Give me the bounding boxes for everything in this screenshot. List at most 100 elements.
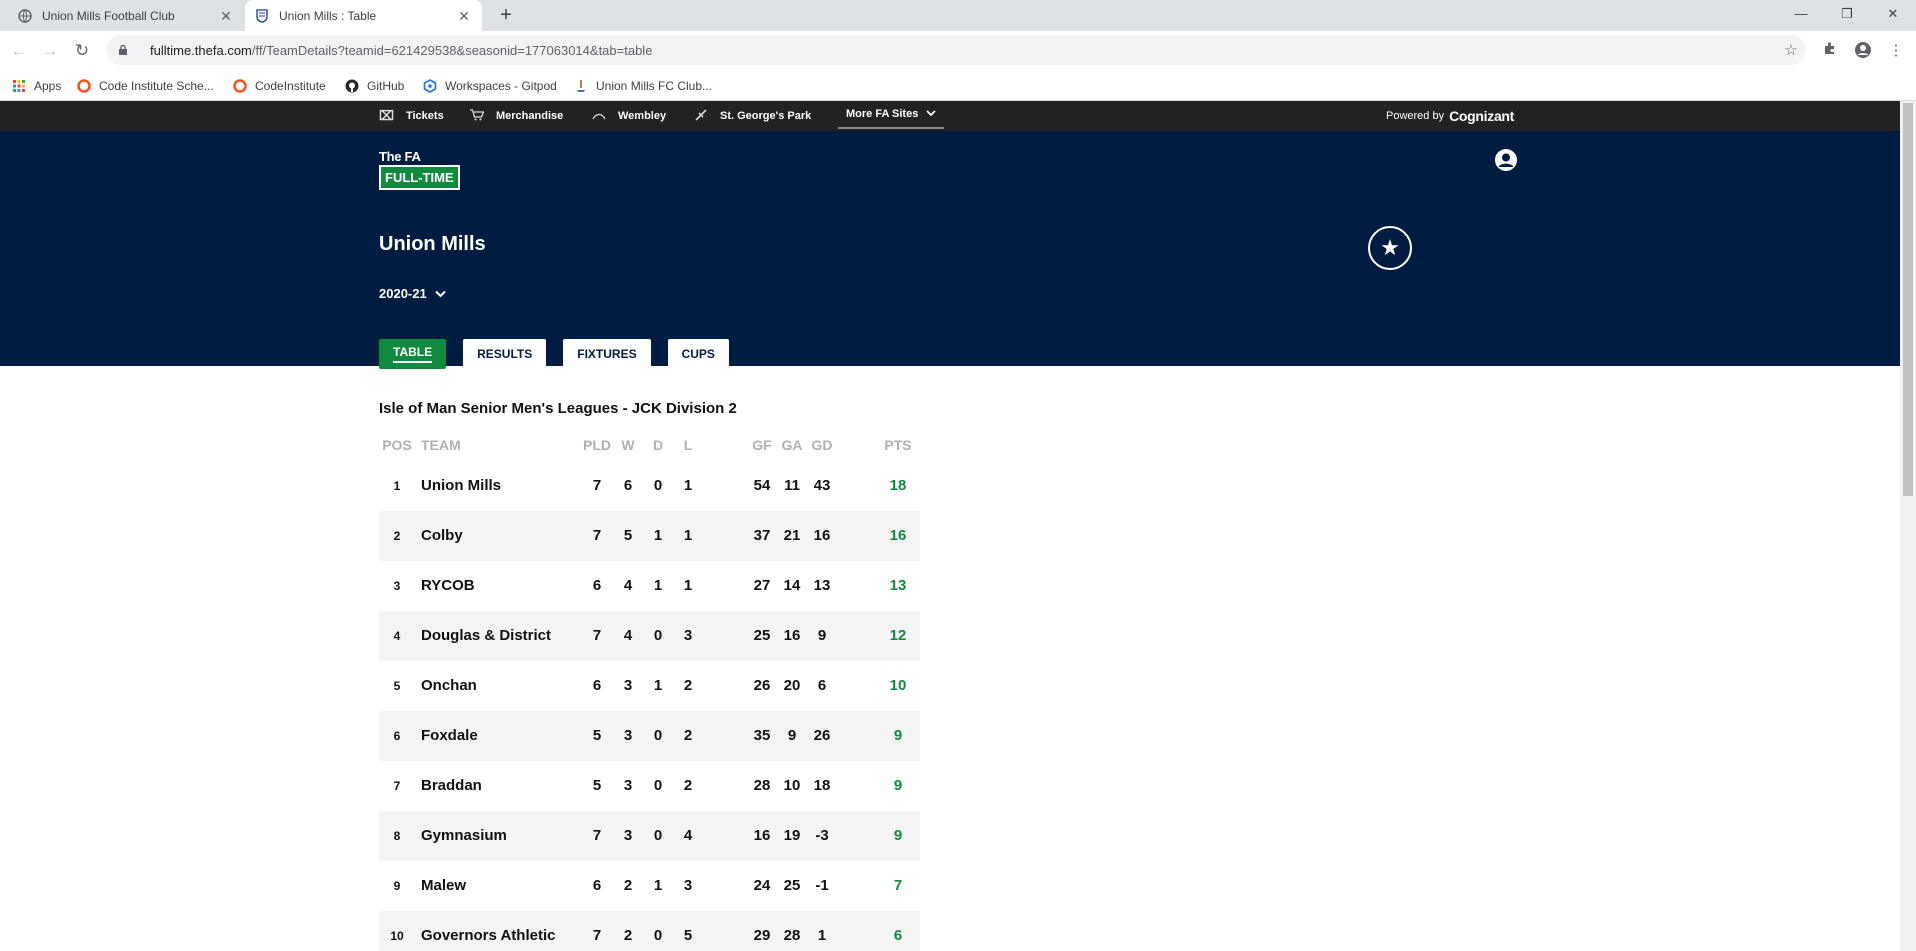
cell-team[interactable]: Foxdale <box>421 727 478 744</box>
bookmark-codeinstitute[interactable]: CodeInstitute <box>233 76 326 96</box>
tickets-link[interactable]: ⌧ Tickets <box>379 101 444 131</box>
bookmark-apps[interactable]: Apps <box>12 76 61 96</box>
cell-d: 0 <box>653 777 663 794</box>
wembley-link[interactable]: Wembley <box>592 101 666 131</box>
powered-by: Powered by Cognizant <box>1386 101 1514 131</box>
cell-pts: 7 <box>893 877 903 894</box>
cell-team[interactable]: Malew <box>421 877 466 894</box>
forward-icon[interactable]: → <box>39 40 61 62</box>
cell-gf: 35 <box>753 727 771 744</box>
favourite-star-button[interactable]: ★ <box>1368 226 1412 270</box>
cell-team[interactable]: Governors Athletic <box>421 927 555 944</box>
cell-w: 4 <box>623 577 633 594</box>
cell-l: 1 <box>683 577 693 594</box>
cell-gd: 18 <box>813 777 831 794</box>
close-window-icon[interactable]: ✕ <box>1870 0 1916 28</box>
cell-gd: 16 <box>813 527 831 544</box>
tab-cups[interactable]: CUPS <box>667 339 729 369</box>
bookmark-code-institute-schedule[interactable]: Code Institute Sche... <box>77 76 214 96</box>
cell-ga: 16 <box>783 627 801 644</box>
cell-w: 4 <box>623 627 633 644</box>
cell-l: 5 <box>683 927 693 944</box>
tab-table[interactable]: TABLE <box>379 339 447 369</box>
fa-crest-icon <box>255 8 269 23</box>
code-institute-icon <box>233 79 247 93</box>
bookmark-github[interactable]: GitHub <box>345 76 404 96</box>
st-georges-park-label: St. George's Park <box>720 110 812 122</box>
sponsor-logo[interactable]: Cognizant <box>1449 108 1514 124</box>
cell-gf: 26 <box>753 677 771 694</box>
reload-icon[interactable]: ↻ <box>71 40 93 62</box>
cell-team[interactable]: Onchan <box>421 677 477 694</box>
full-time-logo[interactable]: FULL-TIME <box>379 165 460 190</box>
cell-ga: 19 <box>783 827 801 844</box>
cell-w: 3 <box>623 727 633 744</box>
season-selector[interactable]: 2020-21 <box>379 286 446 301</box>
page-scrollbar[interactable] <box>1900 101 1916 951</box>
star-bookmark-icon[interactable]: ☆ <box>1781 41 1801 61</box>
cell-pts: 9 <box>893 777 903 794</box>
browser-tab-2[interactable]: Union Mills : Table ✕ <box>245 0 482 31</box>
table-row[interactable]: 1 Union Mills 7 6 0 1 54 11 43 18 <box>379 461 920 511</box>
cell-pld: 5 <box>592 777 602 794</box>
cell-pld: 7 <box>592 827 602 844</box>
st-georges-park-link[interactable]: St. George's Park <box>694 101 811 131</box>
league-title: Isle of Man Senior Men's Leagues - JCK D… <box>379 400 737 417</box>
merchandise-link[interactable]: Merchandise <box>470 101 563 131</box>
cell-d: 1 <box>653 677 663 694</box>
restore-icon[interactable]: ❐ <box>1824 0 1870 28</box>
code-institute-icon <box>77 79 91 93</box>
cell-ga: 25 <box>783 877 801 894</box>
tab-fixtures[interactable]: FIXTURES <box>563 339 651 369</box>
table-row[interactable]: 4 Douglas & District 7 4 0 3 25 16 9 12 <box>379 611 920 661</box>
header-pos: POS <box>382 437 412 453</box>
new-tab-icon[interactable]: + <box>494 4 518 28</box>
profile-icon[interactable] <box>1853 41 1873 61</box>
table-row[interactable]: 5 Onchan 6 3 1 2 26 20 6 10 <box>379 661 920 711</box>
bookmark-union-mills[interactable]: Union Mills FC Club... <box>574 76 712 96</box>
menu-dots-icon[interactable]: ⋮ <box>1886 41 1906 61</box>
user-account-icon[interactable] <box>1494 148 1518 172</box>
page-viewport: ⌧ Tickets Merchandise Wembley St. George… <box>0 101 1900 951</box>
table-row[interactable]: 3 RYCOB 6 4 1 1 27 14 13 13 <box>379 561 920 611</box>
fa-logo-text[interactable]: The FA <box>379 149 421 164</box>
table-row[interactable]: 6 Foxdale 5 3 0 2 35 9 26 9 <box>379 711 920 761</box>
tab-results[interactable]: RESULTS <box>463 339 547 369</box>
cell-w: 2 <box>623 927 633 944</box>
cell-gf: 16 <box>753 827 771 844</box>
table-header-row: POS TEAM PLD W D L GF GA GD PTS <box>379 431 920 461</box>
table-row[interactable]: 10 Governors Athletic 7 2 0 5 29 28 1 6 <box>379 911 920 951</box>
table-row[interactable]: 2 Colby 7 5 1 1 37 21 16 16 <box>379 511 920 561</box>
close-tab-icon[interactable]: ✕ <box>218 8 234 24</box>
cell-team[interactable]: Colby <box>421 527 463 544</box>
more-fa-sites-dropdown[interactable]: More FA Sites <box>838 101 945 129</box>
scrollbar-thumb[interactable] <box>1903 103 1913 496</box>
cell-gd: 13 <box>813 577 831 594</box>
cell-team[interactable]: Union Mills <box>421 477 501 494</box>
cell-gf: 24 <box>753 877 771 894</box>
bookmark-label: GitHub <box>367 79 405 93</box>
cell-pos: 3 <box>393 579 401 593</box>
browser-tab-1[interactable]: Union Mills Football Club ✕ <box>8 0 244 31</box>
extensions-icon[interactable] <box>1820 41 1840 61</box>
cell-pts: 9 <box>893 827 903 844</box>
cell-team[interactable]: Gymnasium <box>421 827 507 844</box>
cell-d: 0 <box>653 927 663 944</box>
cell-d: 0 <box>653 827 663 844</box>
cell-l: 2 <box>683 727 693 744</box>
address-bar[interactable]: fulltime.thefa.com/ff/TeamDetails?teamid… <box>106 35 1806 65</box>
bookmark-gitpod[interactable]: Workspaces - Gitpod <box>423 76 557 96</box>
close-tab-icon[interactable]: ✕ <box>456 8 472 24</box>
table-row[interactable]: 8 Gymnasium 7 3 0 4 16 19 -3 9 <box>379 811 920 861</box>
cell-w: 2 <box>623 877 633 894</box>
table-row[interactable]: 9 Malew 6 2 1 3 24 25 -1 7 <box>379 861 920 911</box>
cell-w: 3 <box>623 777 633 794</box>
minimize-icon[interactable]: — <box>1778 0 1824 28</box>
cell-team[interactable]: Braddan <box>421 777 482 794</box>
merchandise-label: Merchandise <box>496 110 564 122</box>
back-icon[interactable]: ← <box>8 40 30 62</box>
table-row[interactable]: 7 Braddan 5 3 0 2 28 10 18 9 <box>379 761 920 811</box>
cell-w: 5 <box>623 527 633 544</box>
cell-team[interactable]: RYCOB <box>421 577 475 594</box>
cell-team[interactable]: Douglas & District <box>421 627 551 644</box>
